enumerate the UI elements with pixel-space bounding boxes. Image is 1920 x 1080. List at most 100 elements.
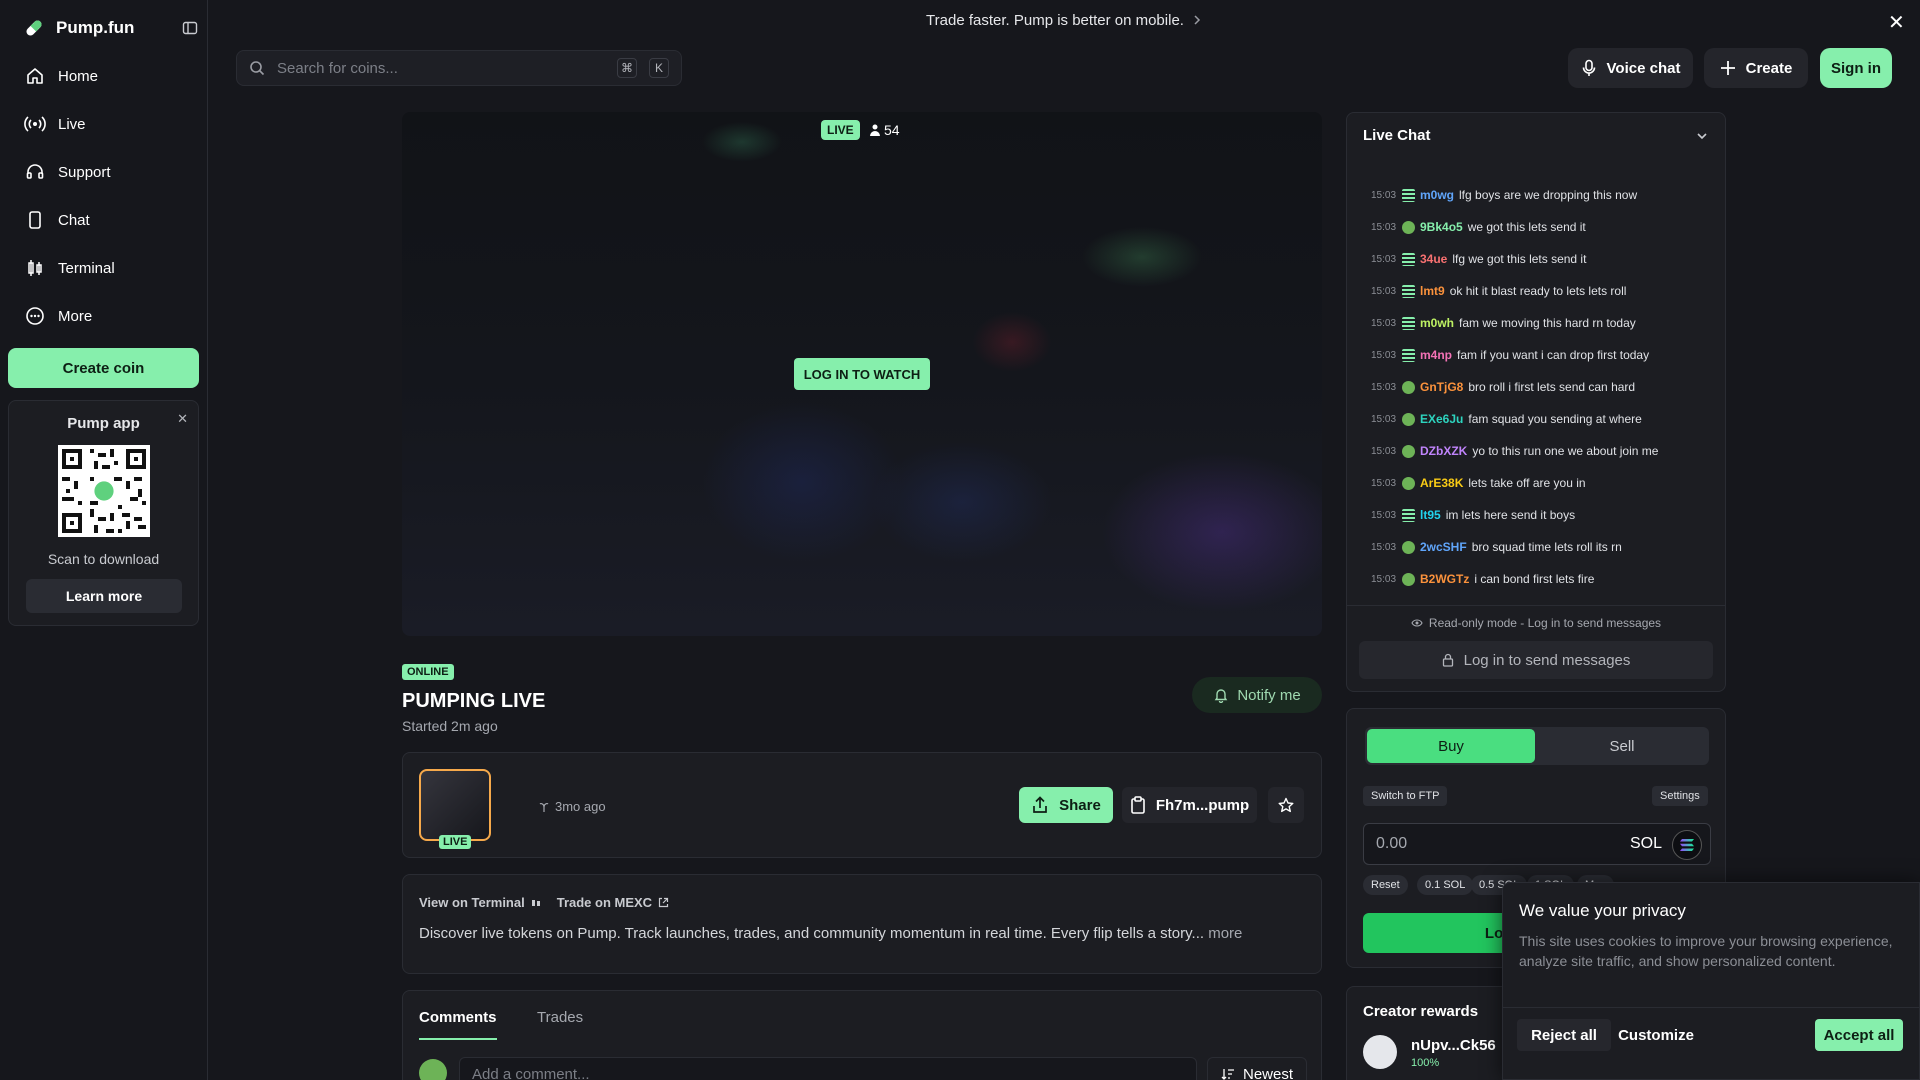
sidebar-item-home[interactable]: Home (24, 64, 98, 88)
collapse-sidebar-icon[interactable] (182, 20, 198, 36)
share-icon (1031, 796, 1049, 814)
solana-icon (1672, 830, 1702, 860)
app-card: Pump app ✕ Scan to download Learn more (8, 400, 199, 626)
settings-button[interactable]: Settings (1652, 786, 1708, 806)
bars-badge-icon (1402, 348, 1415, 362)
frog-badge-icon (1402, 220, 1415, 234)
chat-messages: 15:03 m0wg lfg boys are we dropping this n… (1371, 179, 1711, 595)
logo[interactable]: Pump.fun (22, 16, 134, 40)
sidebar-item-terminal[interactable]: Terminal (24, 256, 115, 280)
message-username[interactable]: 34ue (1420, 252, 1447, 266)
chat-title: Live Chat (1363, 127, 1431, 144)
message-text: fam squad you sending at where (1468, 412, 1642, 426)
sidebar-item-support[interactable]: Support (24, 160, 111, 184)
message-username[interactable]: ArE38K (1420, 476, 1463, 490)
create-coin-button[interactable]: Create coin (8, 348, 199, 388)
viewer-count: 54 (870, 122, 900, 138)
sidebar-item-live[interactable]: Live (24, 112, 86, 136)
message-text: lfg we got this lets send it (1452, 252, 1587, 266)
close-icon[interactable]: ✕ (177, 411, 188, 427)
creator-name[interactable]: nUpv...Ck56 (1411, 1037, 1496, 1054)
message-time: 15:03 (1371, 413, 1397, 425)
sell-tab[interactable]: Sell (1537, 729, 1707, 763)
sign-in-button[interactable]: Sign in (1820, 48, 1892, 88)
learn-more-button[interactable]: Learn more (26, 579, 182, 613)
favorite-button[interactable] (1268, 787, 1304, 823)
live-badge: LIVE (821, 120, 860, 140)
message-time: 15:03 (1371, 221, 1397, 233)
amount-input[interactable]: 0.00 SOL (1363, 823, 1711, 865)
chevron-down-icon[interactable] (1695, 129, 1709, 143)
tab-comments[interactable]: Comments (419, 1009, 497, 1040)
view-terminal-link[interactable]: View on Terminal (419, 895, 541, 910)
buy-tab[interactable]: Buy (1367, 729, 1535, 763)
contract-address: Fh7m...pump (1155, 796, 1250, 814)
message-username[interactable]: m0wg (1420, 188, 1454, 202)
message-username[interactable]: lmt9 (1420, 284, 1445, 298)
chat-message: 15:03 ArE38K lets take off are you in (1371, 467, 1711, 499)
voice-chat-button[interactable]: Voice chat (1568, 48, 1693, 88)
close-icon[interactable]: ✕ (1888, 10, 1905, 35)
chat-message: 15:03 9Bk4o5 we got this lets send it (1371, 211, 1711, 243)
customize-button[interactable]: Customize (1609, 1019, 1703, 1051)
sidebar-item-more[interactable]: More (24, 304, 92, 328)
message-username[interactable]: 2wcSHF (1420, 540, 1467, 554)
notify-me-button[interactable]: Notify me (1192, 677, 1322, 713)
description-text: Discover live tokens on Pump. Track laun… (419, 925, 1243, 942)
bars-badge-icon (1402, 252, 1415, 266)
message-username[interactable]: DZbXZK (1420, 444, 1467, 458)
more-link[interactable]: more (1208, 925, 1242, 942)
frog-badge-icon (1402, 380, 1415, 394)
trade-mexc-link[interactable]: Trade on MEXC (557, 895, 669, 910)
search-bar[interactable]: ⌘ K (236, 50, 682, 86)
mobile-banner[interactable]: Trade faster. Pump is better on mobile. (208, 0, 1920, 40)
message-username[interactable]: EXe6Ju (1420, 412, 1463, 426)
message-username[interactable]: lt95 (1420, 508, 1441, 522)
sort-dropdown[interactable]: Newest (1207, 1057, 1307, 1080)
message-username[interactable]: 9Bk4o5 (1420, 220, 1463, 234)
create-button[interactable]: Create (1704, 48, 1808, 88)
message-time: 15:03 (1371, 509, 1397, 521)
chevron-right-icon (1192, 14, 1202, 26)
message-username[interactable]: B2WGTz (1420, 572, 1469, 586)
tab-trades[interactable]: Trades (537, 1009, 583, 1026)
message-username[interactable]: m0wh (1420, 316, 1454, 330)
preset-reset[interactable]: Reset (1363, 875, 1408, 895)
message-username[interactable]: GnTjG8 (1420, 380, 1463, 394)
frog-badge-icon (1402, 572, 1415, 586)
message-time: 15:03 (1371, 189, 1397, 201)
candles-icon (24, 257, 46, 279)
sprout-icon (539, 802, 549, 812)
buy-sell-toggle: Buy Sell (1365, 727, 1709, 765)
logo-text: Pump.fun (56, 18, 135, 37)
message-text: fam we moving this hard rn today (1459, 316, 1636, 330)
message-username[interactable]: m4np (1420, 348, 1452, 362)
search-input[interactable] (277, 59, 605, 77)
qr-code (58, 445, 150, 537)
reject-all-button[interactable]: Reject all (1517, 1019, 1611, 1051)
message-time: 15:03 (1371, 573, 1397, 585)
comment-input[interactable]: Add a comment... (459, 1057, 1197, 1080)
chat-message: 15:03 B2WGTz i can bond first lets fire (1371, 563, 1711, 595)
sidebar-item-chat[interactable]: Chat (24, 208, 90, 232)
message-time: 15:03 (1371, 381, 1397, 393)
chat-message: 15:03 GnTjG8 bro roll i first lets send ca… (1371, 371, 1711, 403)
login-to-watch-button[interactable]: LOG IN TO WATCH (794, 358, 930, 390)
switch-button[interactable]: Switch to FTP (1363, 786, 1448, 806)
copy-contract-button[interactable]: Fh7m...pump (1122, 787, 1257, 823)
viewer-count-value: 54 (884, 122, 900, 138)
frog-badge-icon (1402, 412, 1415, 426)
kbd-k: K (649, 58, 669, 78)
user-icon (870, 124, 880, 136)
cookie-body: This site uses cookies to improve your b… (1519, 933, 1893, 969)
chat-login-button[interactable]: Log in to send messages (1359, 641, 1713, 679)
more-icon (24, 305, 46, 327)
share-button[interactable]: Share (1019, 787, 1113, 823)
chat-message: 15:03 EXe6Ju fam squad you sending at wher… (1371, 403, 1711, 435)
coin-thumbnail[interactable] (419, 769, 491, 841)
currency-label: SOL (1629, 835, 1662, 852)
preset-0-1[interactable]: 0.1 SOL (1417, 875, 1474, 895)
voice-chat-label: Voice chat (1606, 59, 1681, 77)
kbd-cmd: ⌘ (617, 58, 637, 78)
accept-all-button[interactable]: Accept all (1815, 1019, 1903, 1051)
